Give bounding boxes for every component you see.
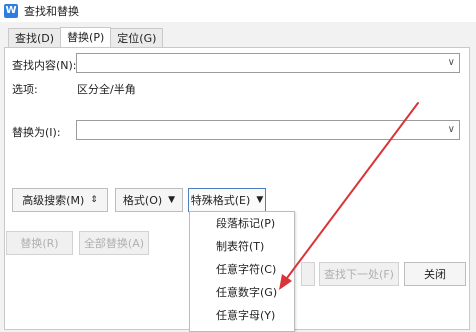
replace-button[interactable]: 替换(R) [6, 231, 73, 255]
replace-all-button[interactable]: 全部替换(A) [79, 231, 149, 255]
caret-down-icon: ▼ [168, 195, 176, 205]
find-label: 查找内容(N): [12, 59, 77, 72]
menu-item-any-char[interactable]: 任意字符(C) [190, 258, 294, 281]
caret-down-icon: ▼ [256, 195, 264, 205]
title-bar: W 查找和替换 [0, 0, 476, 22]
format-label: 格式(O) [122, 194, 163, 207]
advanced-search-label: 高级搜索(M) [22, 194, 85, 207]
special-format-label: 特殊格式(E) [190, 194, 251, 207]
replace-input[interactable]: ∨ [76, 120, 460, 140]
tab-strip: 查找(D) 替换(P) 定位(G) [8, 27, 164, 48]
menu-item-any-letter[interactable]: 任意字母(Y) [190, 304, 294, 327]
tab-replace[interactable]: 替换(P) [60, 27, 112, 48]
options-label: 选项: [12, 83, 38, 96]
menu-item-any-digit[interactable]: 任意数字(G) [190, 281, 294, 304]
find-next-button[interactable]: 查找下一处(F) [319, 262, 399, 286]
tab-goto[interactable]: 定位(G) [110, 28, 164, 48]
chevron-down-icon[interactable]: ∨ [448, 124, 455, 135]
advanced-search-button[interactable]: 高级搜索(M) ⇕ [12, 188, 108, 212]
tab-find[interactable]: 查找(D) [8, 28, 62, 48]
chevron-down-icon[interactable]: ∨ [448, 57, 455, 68]
menu-item-paragraph-mark[interactable]: 段落标记(P) [190, 212, 294, 235]
find-previous-button-partial[interactable] [301, 262, 315, 286]
special-format-button[interactable]: 特殊格式(E) ▼ [188, 188, 266, 212]
options-value: 区分全/半角 [77, 83, 136, 96]
menu-item-tab-char[interactable]: 制表符(T) [190, 235, 294, 258]
double-caret-icon: ⇕ [90, 195, 98, 205]
replace-label: 替换为(I): [12, 126, 61, 139]
special-format-menu: 段落标记(P) 制表符(T) 任意字符(C) 任意数字(G) 任意字母(Y) [189, 211, 295, 332]
format-button[interactable]: 格式(O) ▼ [115, 188, 183, 212]
close-button[interactable]: 关闭 [404, 262, 466, 286]
window-title: 查找和替换 [24, 5, 79, 18]
wps-app-icon: W [4, 4, 18, 18]
find-input[interactable]: ∨ [76, 53, 460, 73]
